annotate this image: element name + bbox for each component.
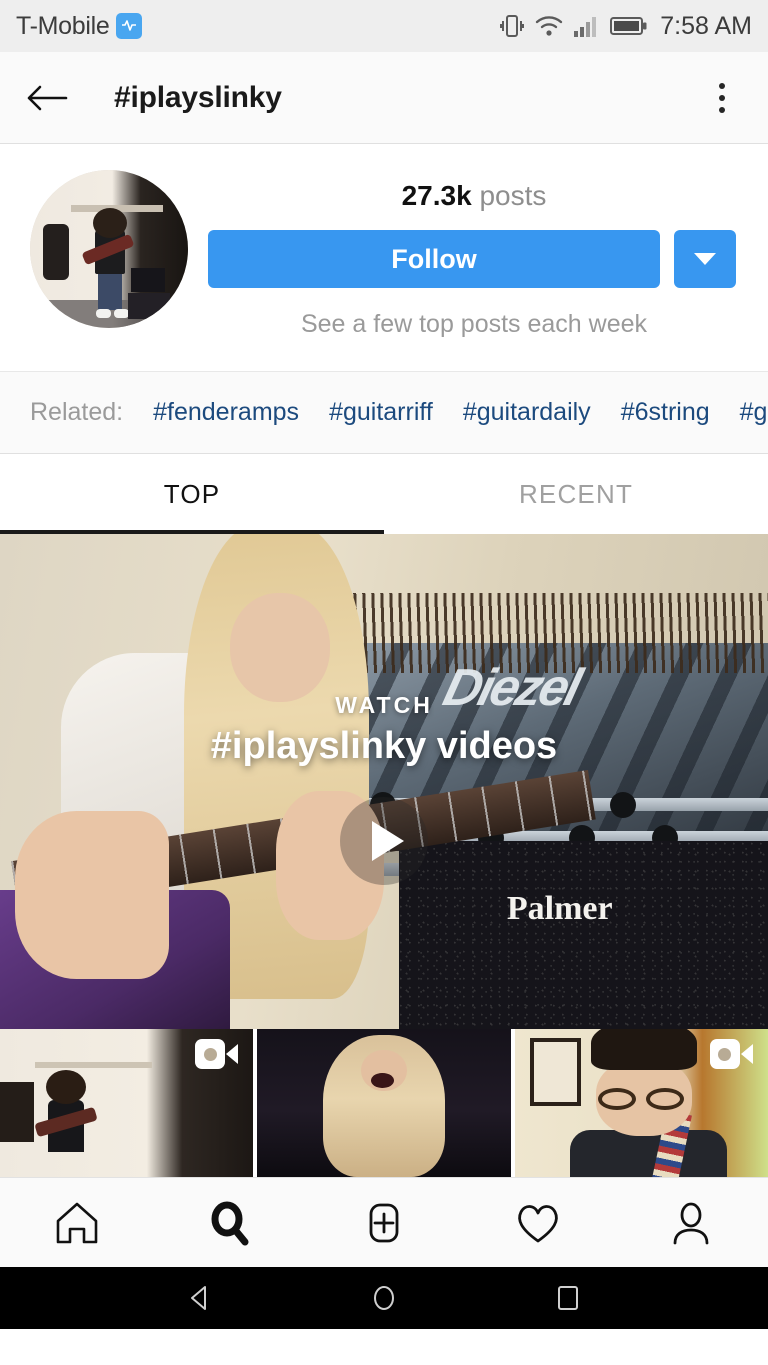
status-bar-left: T-Mobile (16, 11, 143, 41)
post-count: 27.3k posts (402, 180, 547, 212)
back-arrow-icon[interactable] (24, 75, 70, 121)
related-label: Related: (30, 398, 124, 426)
post-thumbnail-1[interactable] (0, 1029, 254, 1177)
related-tag-4[interactable]: #gibson (740, 398, 768, 427)
profile-details: 27.3k posts Follow See a few top posts e… (188, 170, 744, 339)
related-tag-0[interactable]: #fenderamps (153, 398, 299, 427)
related-tag-2[interactable]: #guitardaily (463, 398, 591, 427)
video-banner-title: #iplayslinky videos (210, 725, 558, 768)
chevron-down-icon (694, 253, 716, 265)
watch-label: WATCH (335, 692, 433, 719)
page-title: #iplayslinky (114, 80, 282, 114)
tab-top[interactable]: TOP (0, 454, 384, 534)
related-tag-1[interactable]: #guitarriff (329, 398, 433, 427)
home-icon[interactable] (0, 1178, 154, 1267)
android-navigation-bar (0, 1267, 768, 1329)
post-thumbnail-2[interactable] (257, 1029, 511, 1177)
app-bar: #iplayslinky (0, 52, 768, 144)
tab-recent[interactable]: RECENT (384, 454, 768, 534)
app-screen: T-Mobile 7:58 AM #iplayslinky 27.3k post… (0, 0, 768, 1365)
follow-row: Follow (204, 230, 744, 288)
profile-icon[interactable] (614, 1178, 768, 1267)
more-options-icon[interactable] (700, 75, 744, 121)
related-tag-3[interactable]: #6string (621, 398, 710, 427)
android-back-icon[interactable] (183, 1281, 217, 1315)
follow-button[interactable]: Follow (208, 230, 660, 288)
feed-tabs: TOP RECENT (0, 454, 768, 534)
status-bar: T-Mobile 7:58 AM (0, 0, 768, 52)
android-home-icon[interactable] (367, 1281, 401, 1315)
avatar[interactable] (30, 170, 188, 328)
add-post-icon[interactable] (307, 1178, 461, 1267)
post-thumbnail-3[interactable] (514, 1029, 768, 1177)
carrier-label: T-Mobile (16, 11, 110, 40)
post-grid (0, 1029, 768, 1177)
related-hashtags-bar[interactable]: Related: #fenderamps #guitarriff #guitar… (0, 372, 768, 454)
video-camera-icon (195, 1039, 239, 1069)
clock-label: 7:58 AM (660, 11, 752, 40)
play-icon[interactable] (340, 796, 428, 885)
post-count-label: posts (479, 180, 547, 211)
status-bar-right: 7:58 AM (500, 12, 752, 41)
bottom-navigation (0, 1177, 768, 1267)
search-icon[interactable] (154, 1178, 308, 1267)
vibrate-icon (500, 12, 525, 40)
cellular-signal-icon (574, 15, 600, 37)
follow-subtitle: See a few top posts each week (300, 310, 648, 338)
messaging-badge-icon (116, 13, 143, 39)
video-banner-overlay: WATCH #iplayslinky videos (0, 692, 768, 768)
wifi-icon (534, 14, 564, 38)
video-banner[interactable]: Diezel Palmer WATCH #iplayslinky videos (0, 534, 768, 1029)
hero-speaker-cabinet (399, 840, 768, 1029)
cabinet-brand-logo: Palmer (506, 890, 613, 928)
activity-heart-icon[interactable] (461, 1178, 615, 1267)
hashtag-profile-section: 27.3k posts Follow See a few top posts e… (0, 144, 768, 372)
hero-subject-face (230, 593, 331, 703)
post-count-value: 27.3k (401, 180, 472, 211)
battery-icon (610, 16, 648, 36)
hero-subject-arm-left (15, 811, 169, 980)
follow-options-button[interactable] (674, 230, 736, 288)
video-camera-icon (709, 1039, 754, 1069)
android-recents-icon[interactable] (551, 1281, 585, 1315)
